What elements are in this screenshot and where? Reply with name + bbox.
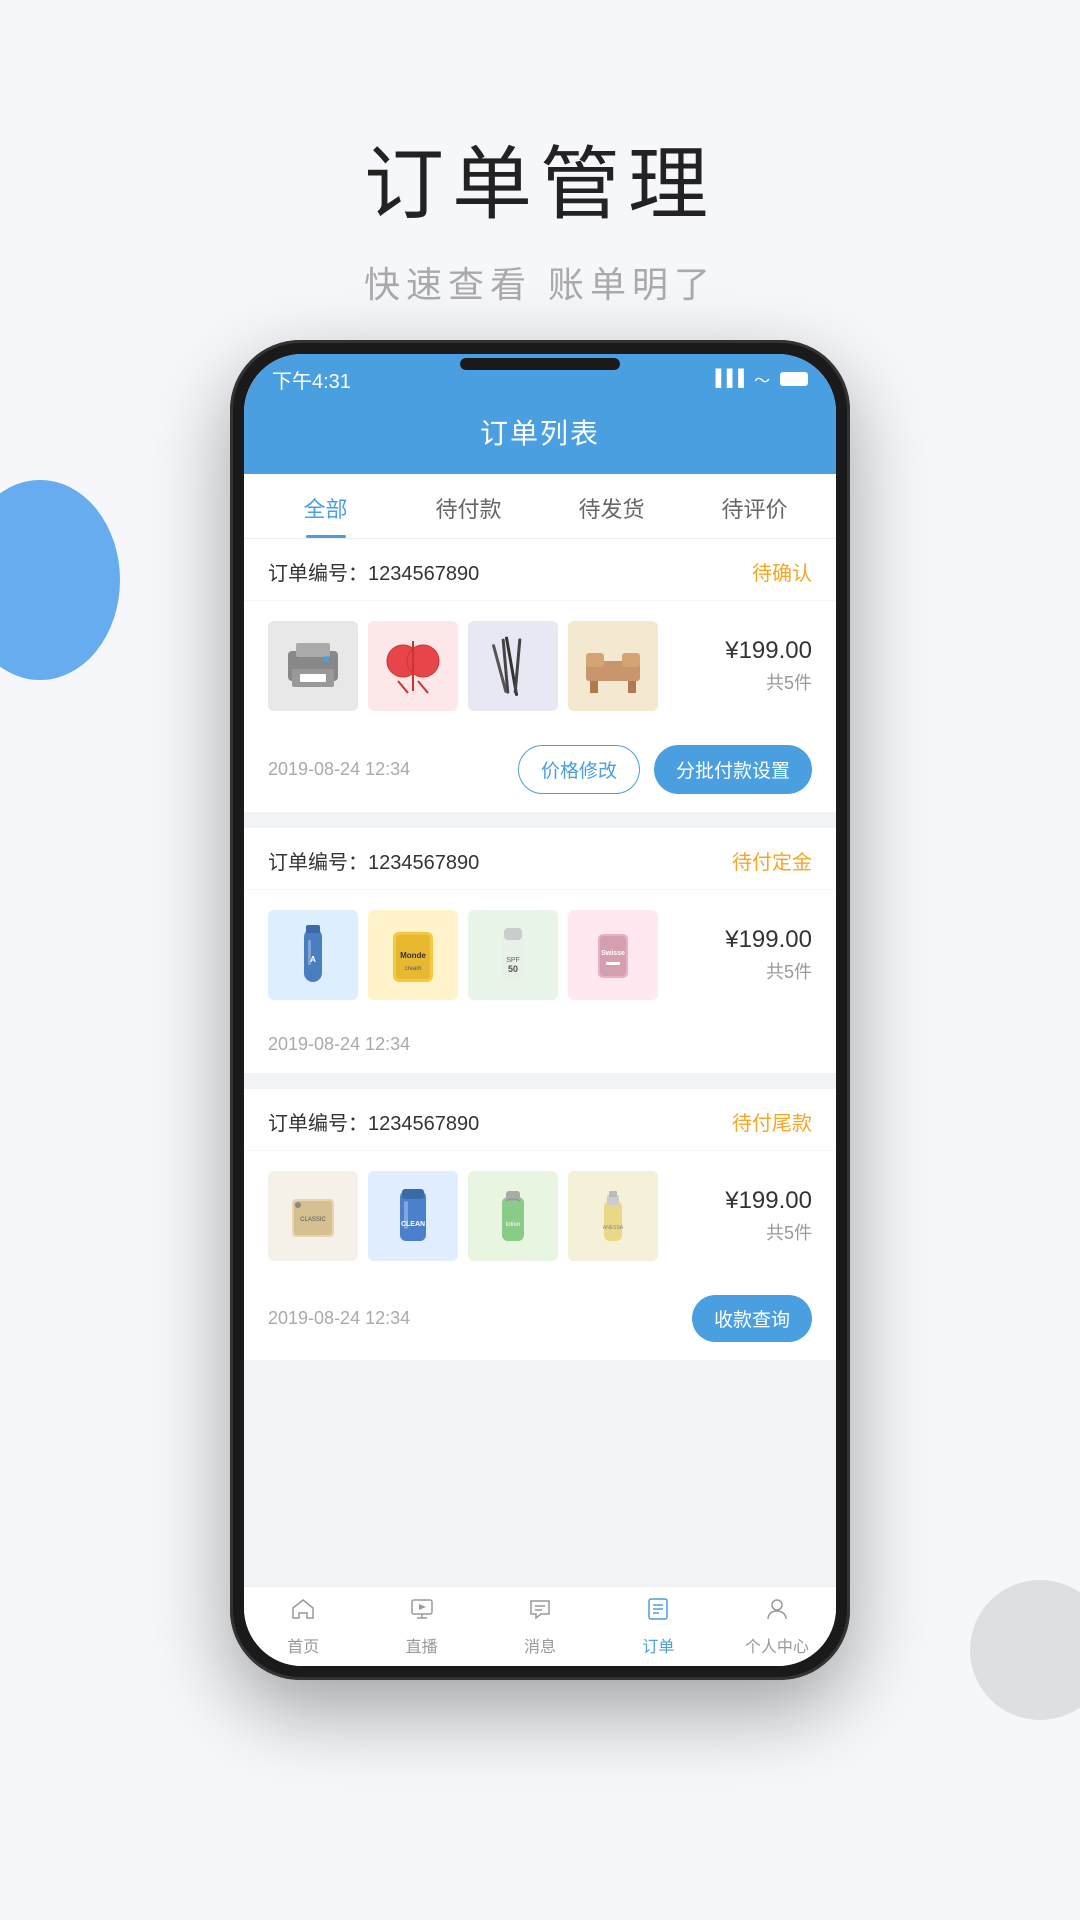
svg-text:A: A xyxy=(310,955,316,964)
tab-pending-pay[interactable]: 待付款 xyxy=(397,474,540,538)
tab-all[interactable]: 全部 xyxy=(254,474,397,538)
product-images: A Monde cream xyxy=(268,910,690,1000)
product-image xyxy=(368,621,458,711)
product-image: ANESSA xyxy=(568,1171,658,1261)
bg-decoration-left xyxy=(0,480,120,680)
nav-message[interactable]: 消息 xyxy=(481,1587,599,1666)
order-header: 订单编号：1234567890 待付尾款 xyxy=(244,1089,836,1151)
svg-text:50: 50 xyxy=(508,964,518,974)
signal-icon: ▐▐▐ xyxy=(710,370,744,388)
order-icon xyxy=(645,1596,671,1629)
phone-mockup: 下午4:31 ▐▐▐ 〜 订单列表 全部 待付款 xyxy=(230,340,850,1680)
order-id: 订单编号：1234567890 xyxy=(268,846,479,875)
product-image: CLASSIC xyxy=(268,1171,358,1261)
price-amount: ¥199.00 xyxy=(702,1187,812,1215)
product-image: lotion xyxy=(468,1171,558,1261)
order-status: 待付尾款 xyxy=(732,1107,812,1136)
order-card: 订单编号：1234567890 待确认 xyxy=(244,539,836,812)
bg-decoration-right xyxy=(970,1580,1080,1720)
order-date: 2019-08-24 12:34 xyxy=(268,1034,410,1055)
order-footer: 2019-08-24 12:34 xyxy=(244,1020,836,1073)
product-image: Monde cream xyxy=(368,910,458,1000)
order-header: 订单编号：1234567890 待付定金 xyxy=(244,828,836,890)
product-price: ¥199.00 共5件 xyxy=(702,1187,812,1245)
order-date: 2019-08-24 12:34 xyxy=(268,759,410,780)
product-price: ¥199.00 共5件 xyxy=(702,926,812,984)
order-products: ¥199.00 共5件 xyxy=(244,601,836,731)
price-amount: ¥199.00 xyxy=(702,637,812,665)
home-icon xyxy=(290,1596,316,1629)
svg-text:lotion: lotion xyxy=(506,1222,520,1228)
order-actions: 价格修改 分批付款设置 xyxy=(518,745,812,794)
order-list: 订单编号：1234567890 待确认 xyxy=(244,539,836,1591)
product-image xyxy=(568,621,658,711)
order-footer: 2019-08-24 12:34 价格修改 分批付款设置 xyxy=(244,731,836,812)
svg-text:Swisse: Swisse xyxy=(601,950,625,957)
nav-order[interactable]: 订单 xyxy=(599,1587,717,1666)
price-count: 共5件 xyxy=(702,958,812,984)
product-image: Swisse xyxy=(568,910,658,1000)
page-title: 订单管理 xyxy=(0,120,1080,236)
product-images xyxy=(268,621,690,711)
order-products: A Monde cream xyxy=(244,890,836,1020)
page-header: 订单管理 快速查看 账单明了 xyxy=(0,0,1080,368)
live-icon xyxy=(409,1596,435,1629)
order-card: 订单编号：1234567890 待付定金 A xyxy=(244,828,836,1073)
nav-live[interactable]: 直播 xyxy=(362,1587,480,1666)
product-image: A xyxy=(268,910,358,1000)
status-time: 下午4:31 xyxy=(272,365,351,394)
order-products: CLASSIC CLEAN xyxy=(244,1151,836,1281)
tab-pending-review[interactable]: 待评价 xyxy=(683,474,826,538)
batch-pay-button[interactable]: 分批付款设置 xyxy=(654,745,812,794)
svg-text:ANESSA: ANESSA xyxy=(603,1225,624,1231)
status-icons: ▐▐▐ 〜 xyxy=(710,367,808,391)
product-image: CLEAN xyxy=(368,1171,458,1261)
payment-inquiry-button[interactable]: 收款查询 xyxy=(692,1295,812,1342)
svg-text:Monde: Monde xyxy=(400,951,426,960)
product-image: SPF 50 xyxy=(468,910,558,1000)
nav-message-label: 消息 xyxy=(524,1633,556,1657)
order-actions: 收款查询 xyxy=(692,1295,812,1342)
price-amount: ¥199.00 xyxy=(702,926,812,954)
svg-text:CLASSIC: CLASSIC xyxy=(300,1217,326,1223)
order-card: 订单编号：1234567890 待付尾款 CLASSIC xyxy=(244,1089,836,1360)
phone-notch xyxy=(460,358,620,370)
app-header: 订单列表 xyxy=(244,404,836,474)
nav-live-label: 直播 xyxy=(406,1633,438,1657)
price-count: 共5件 xyxy=(702,669,812,695)
order-footer: 2019-08-24 12:34 收款查询 xyxy=(244,1281,836,1360)
product-price: ¥199.00 共5件 xyxy=(702,637,812,695)
order-id: 订单编号：1234567890 xyxy=(268,557,479,586)
nav-profile[interactable]: 个人中心 xyxy=(718,1587,836,1666)
price-modify-button[interactable]: 价格修改 xyxy=(518,745,640,794)
product-images: CLASSIC CLEAN xyxy=(268,1171,690,1261)
order-status: 待付定金 xyxy=(732,846,812,875)
page-subtitle: 快速查看 账单明了 xyxy=(0,256,1080,308)
product-image xyxy=(268,621,358,711)
svg-text:CLEAN: CLEAN xyxy=(401,1221,425,1228)
price-count: 共5件 xyxy=(702,1219,812,1245)
tab-pending-ship[interactable]: 待发货 xyxy=(540,474,683,538)
app-header-title: 订单列表 xyxy=(480,412,600,452)
product-image xyxy=(468,621,558,711)
order-status: 待确认 xyxy=(752,557,812,586)
svg-text:SPF: SPF xyxy=(506,957,520,964)
order-date: 2019-08-24 12:34 xyxy=(268,1308,410,1329)
nav-home-label: 首页 xyxy=(287,1633,319,1657)
tabs-container: 全部 待付款 待发货 待评价 xyxy=(244,474,836,539)
order-header: 订单编号：1234567890 待确认 xyxy=(244,539,836,601)
phone-screen: 下午4:31 ▐▐▐ 〜 订单列表 全部 待付款 xyxy=(244,354,836,1666)
wifi-icon: 〜 xyxy=(754,367,770,391)
nav-home[interactable]: 首页 xyxy=(244,1587,362,1666)
profile-icon xyxy=(764,1596,790,1629)
order-id: 订单编号：1234567890 xyxy=(268,1107,479,1136)
phone-frame: 下午4:31 ▐▐▐ 〜 订单列表 全部 待付款 xyxy=(230,340,850,1680)
svg-text:cream: cream xyxy=(405,966,422,972)
nav-order-label: 订单 xyxy=(642,1633,674,1657)
battery-icon xyxy=(780,372,808,386)
bottom-nav: 首页 直播 xyxy=(244,1586,836,1666)
message-icon xyxy=(527,1596,553,1629)
nav-profile-label: 个人中心 xyxy=(745,1633,809,1657)
